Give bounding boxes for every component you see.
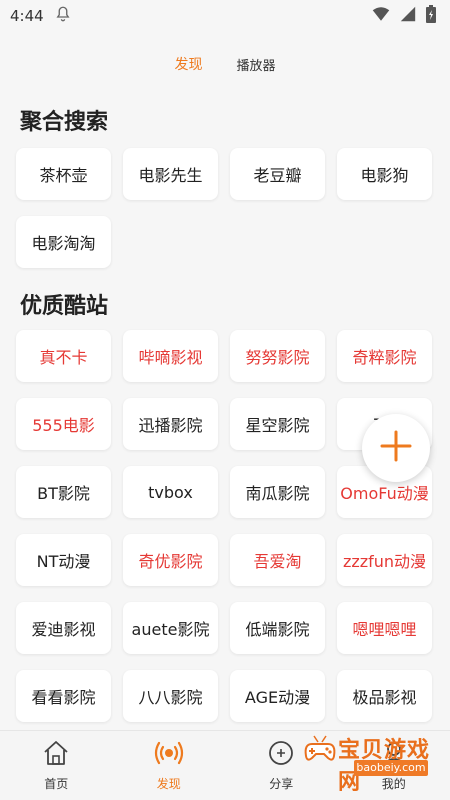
home-icon xyxy=(41,739,71,771)
quality-site-card[interactable]: 看看影院 xyxy=(16,670,111,722)
notification-bell-icon xyxy=(54,5,72,27)
battery-icon xyxy=(426,5,436,27)
quality-site-card[interactable]: 南瓜影院 xyxy=(230,466,325,518)
quality-sites-grid: 真不卡哔嘀影视努努影院奇粹影院555电影迅播影院星空影院TVBT影院tvbox南… xyxy=(0,330,450,722)
broadcast-icon xyxy=(154,739,184,771)
quality-site-card[interactable]: 奇粹影院 xyxy=(337,330,432,382)
aggregate-site-card[interactable]: 茶杯壶 xyxy=(16,148,111,200)
top-tabs: 发现 播放器 xyxy=(0,32,450,96)
quality-site-card[interactable]: 奇优影院 xyxy=(123,534,218,586)
nav-discover[interactable]: 发现 xyxy=(113,731,226,800)
signal-icon xyxy=(400,6,416,26)
status-time: 4:44 xyxy=(10,7,44,25)
nav-home[interactable]: 首页 xyxy=(0,731,113,800)
plus-icon xyxy=(379,429,413,467)
quality-site-card[interactable]: 真不卡 xyxy=(16,330,111,382)
quality-site-card[interactable]: zzzfun动漫 xyxy=(337,534,432,586)
watermark: 宝贝游戏网 baobeiy.com xyxy=(300,730,440,795)
share-icon xyxy=(266,739,296,771)
quality-site-card[interactable]: 极品影视 xyxy=(337,670,432,722)
quality-site-card[interactable]: 哔嘀影视 xyxy=(123,330,218,382)
quality-site-card[interactable]: 星空影院 xyxy=(230,398,325,450)
quality-site-card[interactable]: 嗯哩嗯哩 xyxy=(337,602,432,654)
quality-sites-title: 优质酷站 xyxy=(20,294,109,319)
quality-site-card[interactable]: BT影院 xyxy=(16,466,111,518)
nav-home-label: 首页 xyxy=(44,777,69,791)
nav-discover-label: 发现 xyxy=(156,777,181,791)
quality-site-card[interactable]: auete影院 xyxy=(123,602,218,654)
wifi-icon xyxy=(372,6,390,26)
aggregate-search-grid: 茶杯壶 电影先生 老豆瓣 电影狗电影淘淘 xyxy=(0,148,450,268)
quality-site-card[interactable]: 吾爱淘 xyxy=(230,534,325,586)
aggregate-site-card[interactable]: 电影淘淘 xyxy=(16,216,111,268)
add-fab-button[interactable] xyxy=(362,414,430,482)
quality-site-card[interactable]: 努努影院 xyxy=(230,330,325,382)
quality-site-card[interactable]: 迅播影院 xyxy=(123,398,218,450)
quality-site-card[interactable]: 爱迪影视 xyxy=(16,602,111,654)
quality-site-card[interactable]: 八八影院 xyxy=(123,670,218,722)
quality-site-card[interactable]: 555电影 xyxy=(16,398,111,450)
tab-discover[interactable]: 发现 xyxy=(174,54,202,74)
aggregate-site-card[interactable]: 电影先生 xyxy=(123,148,218,200)
aggregate-site-card[interactable]: 老豆瓣 xyxy=(230,148,325,200)
aggregate-search-title: 聚合搜索 xyxy=(20,110,109,135)
status-bar: 4:44 xyxy=(0,0,450,32)
tab-player[interactable]: 播放器 xyxy=(236,55,275,74)
quality-site-card[interactable]: 低端影院 xyxy=(230,602,325,654)
watermark-url: baobeiy.com xyxy=(354,760,428,776)
quality-site-card[interactable]: tvbox xyxy=(123,466,218,518)
nav-share-label: 分享 xyxy=(269,777,294,791)
quality-site-card[interactable]: AGE动漫 xyxy=(230,670,325,722)
quality-site-card[interactable]: NT动漫 xyxy=(16,534,111,586)
gamepad-icon xyxy=(300,730,340,774)
aggregate-site-card[interactable]: 电影狗 xyxy=(337,148,432,200)
